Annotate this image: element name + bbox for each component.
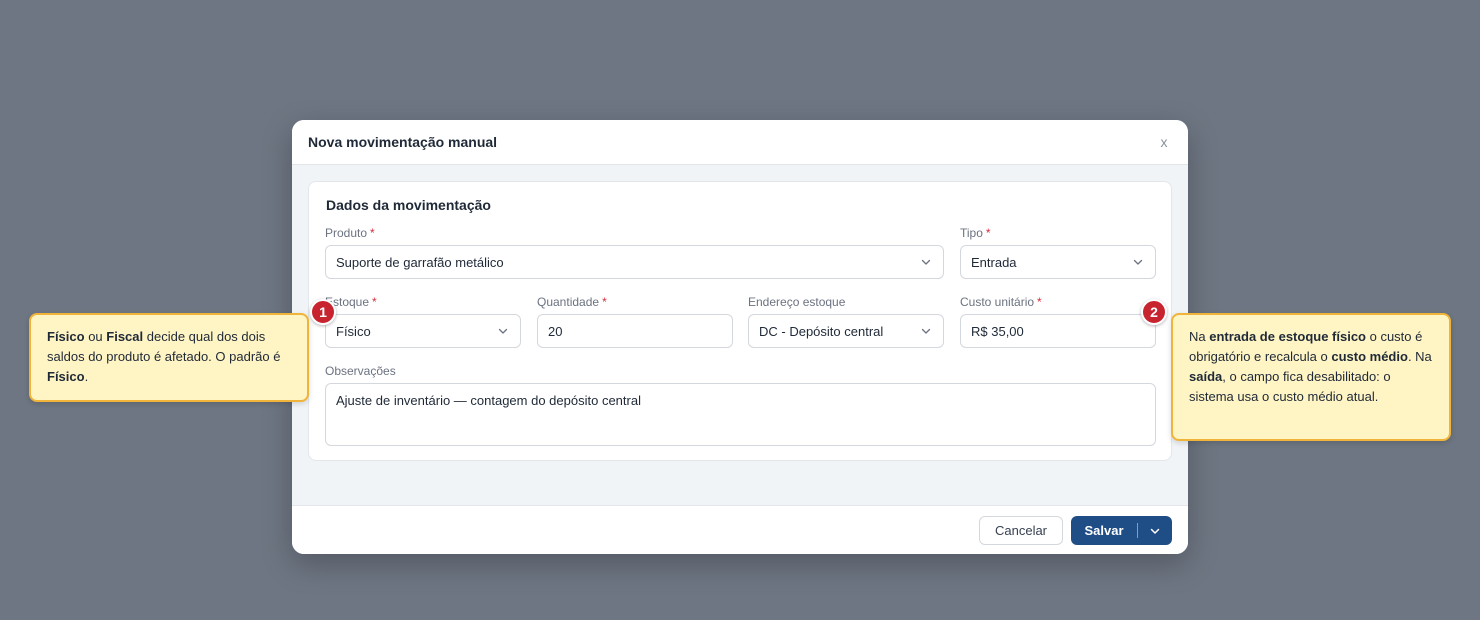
custo-label: Custo unitário * <box>960 295 1042 309</box>
required-mark: * <box>1037 295 1042 309</box>
produto-select[interactable]: Suporte de garrafão metálico <box>325 245 944 279</box>
quantidade-value: 20 <box>548 323 563 339</box>
tipo-select[interactable]: Entrada <box>960 245 1156 279</box>
endereco-select[interactable]: DC - Depósito central <box>748 314 944 348</box>
callout-custo: Na entrada de estoque físico o custo é o… <box>1171 313 1451 441</box>
movement-modal: Nova movimentação manual x Dados da movi… <box>292 120 1188 554</box>
custo-value: R$ 35,00 <box>971 323 1024 339</box>
endereco-label: Endereço estoque <box>748 295 846 309</box>
tipo-field: Tipo * Entrada <box>960 225 1156 279</box>
chevron-down-icon <box>919 255 933 269</box>
section-title: Dados da movimentação <box>326 197 491 213</box>
required-mark: * <box>602 295 607 309</box>
save-button-label[interactable]: Salvar <box>1071 523 1137 538</box>
modal-title: Nova movimentação manual <box>308 134 498 150</box>
callout-badge-1: 1 <box>310 299 336 325</box>
produto-value: Suporte de garrafão metálico <box>336 254 504 270</box>
quantidade-input[interactable]: 20 <box>537 314 733 348</box>
modal-footer: Cancelar Salvar <box>292 505 1188 554</box>
required-mark: * <box>372 295 377 309</box>
close-button[interactable]: x <box>1156 134 1172 150</box>
produto-field: Produto * Suporte de garrafão metálico <box>325 225 944 279</box>
estoque-value: Físico <box>336 323 371 339</box>
observacoes-textarea[interactable]: Ajuste de inventário — contagem do depós… <box>325 383 1156 446</box>
modal-header: Nova movimentação manual x <box>292 120 1188 165</box>
tipo-label: Tipo * <box>960 226 991 240</box>
chevron-down-icon <box>919 324 933 338</box>
callout-estoque: Físico ou Fiscal decide qual dos dois sa… <box>29 313 309 402</box>
callout-badge-2: 2 <box>1141 299 1167 325</box>
estoque-field: Estoque * Físico <box>325 294 521 348</box>
chevron-down-icon[interactable] <box>1138 525 1172 537</box>
custo-input[interactable]: R$ 35,00 <box>960 314 1156 348</box>
required-mark: * <box>985 226 991 240</box>
observacoes-field: Observações Ajuste de inventário — conta… <box>325 363 1156 446</box>
estoque-select[interactable]: Físico <box>325 314 521 348</box>
estoque-label: Estoque * <box>325 295 377 309</box>
custo-field: Custo unitário * R$ 35,00 <box>960 294 1156 348</box>
movement-data-card: Dados da movimentação Produto * Suporte d… <box>308 181 1172 461</box>
endereco-value: DC - Depósito central <box>759 323 884 339</box>
chevron-down-icon <box>1131 255 1145 269</box>
save-button[interactable]: Salvar <box>1071 516 1172 545</box>
required-mark: * <box>370 226 375 240</box>
produto-label: Produto * <box>325 226 375 240</box>
observacoes-label: Observações <box>325 364 396 378</box>
quantidade-label: Quantidade * <box>537 295 607 309</box>
cancel-button[interactable]: Cancelar <box>979 516 1063 545</box>
endereco-field: Endereço estoque DC - Depósito central <box>748 294 944 348</box>
tipo-value: Entrada <box>971 254 1017 270</box>
chevron-down-icon <box>496 324 510 338</box>
quantidade-field: Quantidade * 20 <box>537 294 733 348</box>
